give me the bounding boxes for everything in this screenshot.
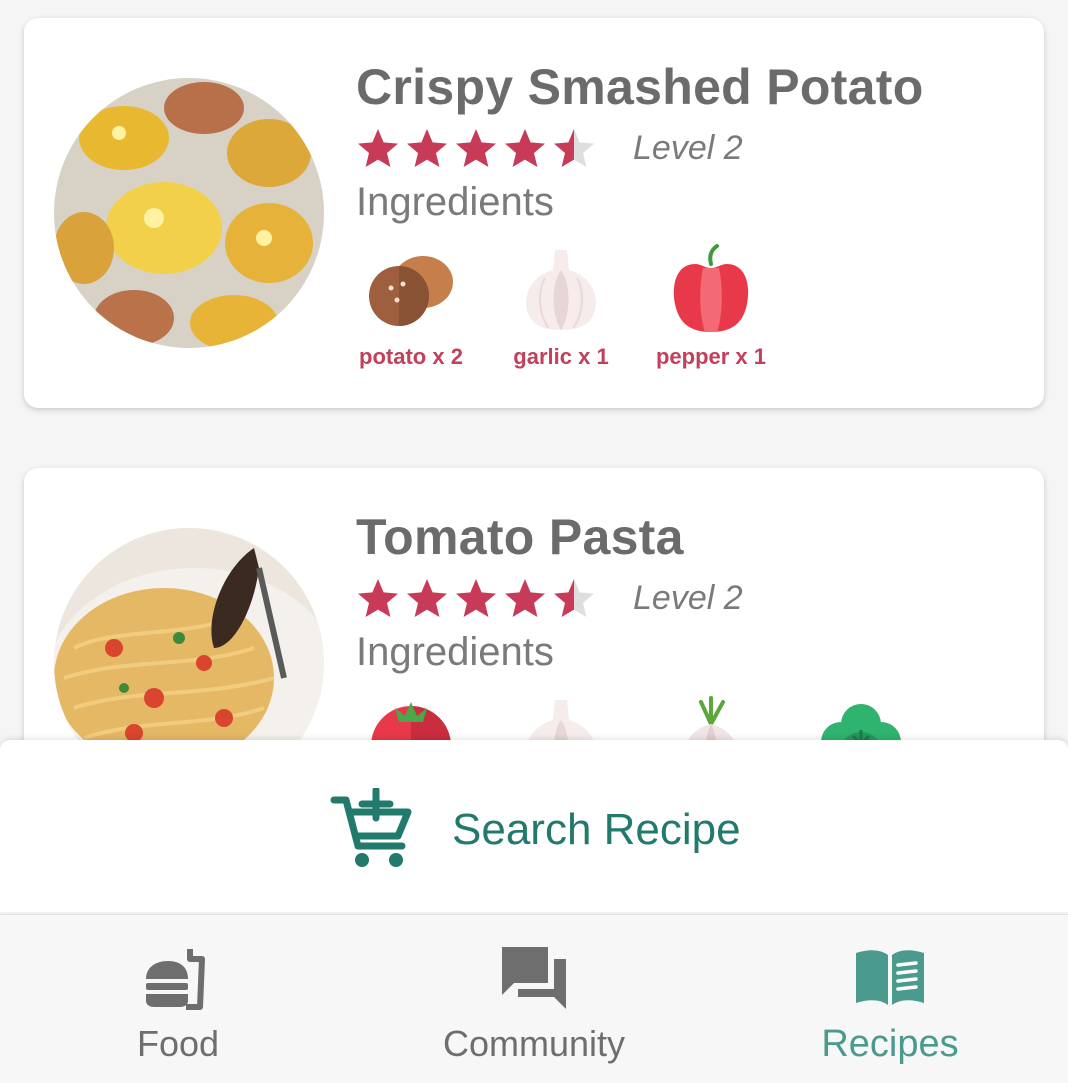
- search-recipe-label: Search Recipe: [452, 805, 741, 854]
- recipe-title: Tomato Pasta: [356, 509, 684, 565]
- pepper-icon: [673, 244, 749, 332]
- ingredients-heading: Ingredients: [356, 180, 554, 224]
- nav-label: Food: [136, 1023, 220, 1064]
- bottom-navigation: Food Community Recipes: [0, 914, 1068, 1083]
- ingredient-item: potato x 2: [336, 244, 486, 370]
- star-filled-icon: [407, 129, 447, 167]
- app-screen: Crispy Smashed Potato Level 2 Ingredient…: [0, 0, 1068, 1083]
- ingredient-label: potato x 2: [359, 344, 463, 369]
- recipe-title: Crispy Smashed Potato: [356, 59, 924, 115]
- search-recipe-button[interactable]: Search Recipe: [330, 788, 741, 872]
- book-icon: [856, 950, 924, 1005]
- star-half-icon: [554, 129, 594, 167]
- nav-item-community[interactable]: Community: [356, 915, 712, 1083]
- recipe-photo: [54, 78, 324, 348]
- star-rating: [356, 576, 601, 620]
- recipe-card-crispy-smashed-potato[interactable]: Crispy Smashed Potato Level 2 Ingredient…: [24, 18, 1044, 408]
- rating-row: Level 2: [356, 126, 743, 170]
- nav-label: Recipes: [821, 1023, 959, 1065]
- star-filled-icon: [456, 579, 496, 617]
- chat-icon: [502, 947, 566, 1009]
- star-filled-icon: [407, 579, 447, 617]
- star-filled-icon: [505, 579, 545, 617]
- search-recipe-bar: Search Recipe: [0, 740, 1068, 912]
- garlic-icon: [526, 250, 596, 330]
- ingredient-label: pepper x 1: [655, 344, 767, 369]
- rating-row: Level 2: [356, 576, 743, 620]
- ingredients-heading: Ingredients: [356, 630, 554, 674]
- nav-item-food[interactable]: Food: [0, 915, 356, 1083]
- cart-plus-icon: [330, 788, 412, 867]
- ingredient-item: pepper x 1: [636, 244, 786, 370]
- star-filled-icon: [505, 129, 545, 167]
- star-rating: [356, 126, 601, 170]
- nav-label: Community: [442, 1023, 626, 1064]
- nav-item-recipes[interactable]: Recipes: [712, 915, 1068, 1083]
- potato-icon: [369, 256, 453, 326]
- food-icon: [146, 949, 205, 1010]
- star-half-icon: [554, 579, 594, 617]
- ingredient-item: garlic x 1: [486, 244, 636, 370]
- star-filled-icon: [358, 129, 398, 167]
- ingredient-list: potato x 2 garlic x 1 pepper x 1: [336, 244, 786, 370]
- star-filled-icon: [456, 129, 496, 167]
- difficulty-level: Level 2: [633, 128, 743, 167]
- ingredient-label: garlic x 1: [513, 344, 609, 369]
- difficulty-level: Level 2: [633, 578, 743, 617]
- star-filled-icon: [358, 579, 398, 617]
